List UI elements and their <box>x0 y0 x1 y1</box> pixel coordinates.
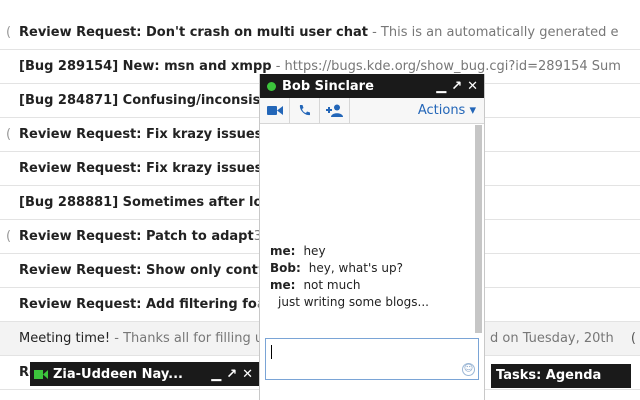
tasks-panel-header[interactable]: Tasks: Agenda <box>491 364 631 388</box>
mail-row-right-edge: ( <box>630 331 636 346</box>
minimize-icon[interactable]: ▁ <box>211 368 221 381</box>
chat-message: me: not much <box>270 277 477 294</box>
message-sender: me: <box>270 278 296 292</box>
mail-row-edge: ( <box>6 127 12 142</box>
message-sender: Bob: <box>270 261 301 275</box>
message-text: hey <box>303 244 326 258</box>
chat-contact-name: Bob Sinclare <box>282 78 374 94</box>
scrollbar-thumb[interactable] <box>475 125 482 333</box>
minimized-chat-window[interactable]: Zia-Uddeen Nay... ▁ ↗ ✕ <box>30 362 259 386</box>
actions-menu[interactable]: Actions ▾ <box>418 103 484 118</box>
mail-snippet: - Thanks all for filling up <box>110 331 272 346</box>
mail-subject: R <box>19 365 30 380</box>
mail-row-edge: ( <box>6 229 12 244</box>
mail-subject: Meeting time! <box>19 331 111 346</box>
chat-message-input[interactable]: ☺ <box>265 338 479 380</box>
popout-icon[interactable]: ↗ <box>226 368 237 381</box>
mail-row-edge: ( <box>6 25 12 40</box>
mail-subject: [Bug 288881] Sometimes after lo <box>19 195 263 210</box>
mail-snippet: - https://bugs.kde.org/show_bug.cgi?id=2… <box>271 59 621 74</box>
mail-subject: [Bug 289154] New: msn and xmpp <box>19 59 272 74</box>
chat-toolbar: Actions ▾ <box>260 97 484 124</box>
mail-subject: [Bug 284871] Confusing/inconsis <box>19 93 261 108</box>
message-sender: me: <box>270 244 296 258</box>
popout-icon[interactable]: ↗ <box>451 80 462 93</box>
window-controls: ▁ ↗ ✕ <box>211 368 259 381</box>
mail-snippet-tail: d on Tuesday, 20th <box>490 331 614 346</box>
mail-subject: Review Request: Don't crash on multi use… <box>19 25 368 40</box>
voice-call-button[interactable] <box>290 97 320 124</box>
mail-row[interactable]: ( Review Request: Don't crash on multi us… <box>0 16 640 50</box>
emoji-icon[interactable]: ☺ <box>462 363 475 376</box>
mail-subject: Review Request: Patch to adapt <box>19 229 254 244</box>
minimize-icon[interactable]: ▁ <box>436 80 446 93</box>
chat-transcript: me: hey Bob: hey, what's up? me: not much j… <box>260 125 477 333</box>
video-icon <box>266 106 283 115</box>
online-status-icon <box>267 81 276 91</box>
phone-icon <box>299 105 310 116</box>
mail-subject: Review Request: Show only cont <box>19 263 258 278</box>
add-person-icon <box>325 104 343 117</box>
mail-subject: Review Request: Add filtering fo <box>19 297 257 312</box>
chat-window: Bob Sinclare ▁ ↗ ✕ Actions ▾ me: hey Bob… <box>259 74 485 400</box>
message-text: not much <box>303 278 361 292</box>
message-text: hey, what's up? <box>308 261 403 275</box>
mail-snippet: - This is an automatically generated e <box>367 25 619 40</box>
chat-message: Bob: hey, what's up? <box>270 260 477 277</box>
chat-scrollbar[interactable] <box>475 125 482 333</box>
text-caret <box>271 345 272 359</box>
video-call-button[interactable] <box>260 97 290 124</box>
minimized-chat-name: Zia-Uddeen Nay... <box>53 366 183 382</box>
mail-subject: Review Request: Fix krazy issues <box>19 127 263 142</box>
mail-subject: Review Request: Fix krazy issues <box>19 161 263 176</box>
video-status-icon <box>34 369 48 379</box>
close-icon[interactable]: ✕ <box>467 80 478 93</box>
window-controls: ▁ ↗ ✕ <box>436 80 484 93</box>
chat-title-bar[interactable]: Bob Sinclare ▁ ↗ ✕ <box>260 74 484 98</box>
chat-message: me: hey <box>270 243 477 260</box>
add-person-button[interactable] <box>320 97 350 124</box>
message-continuation: just writing some blogs... <box>278 295 429 309</box>
close-icon[interactable]: ✕ <box>242 368 253 381</box>
